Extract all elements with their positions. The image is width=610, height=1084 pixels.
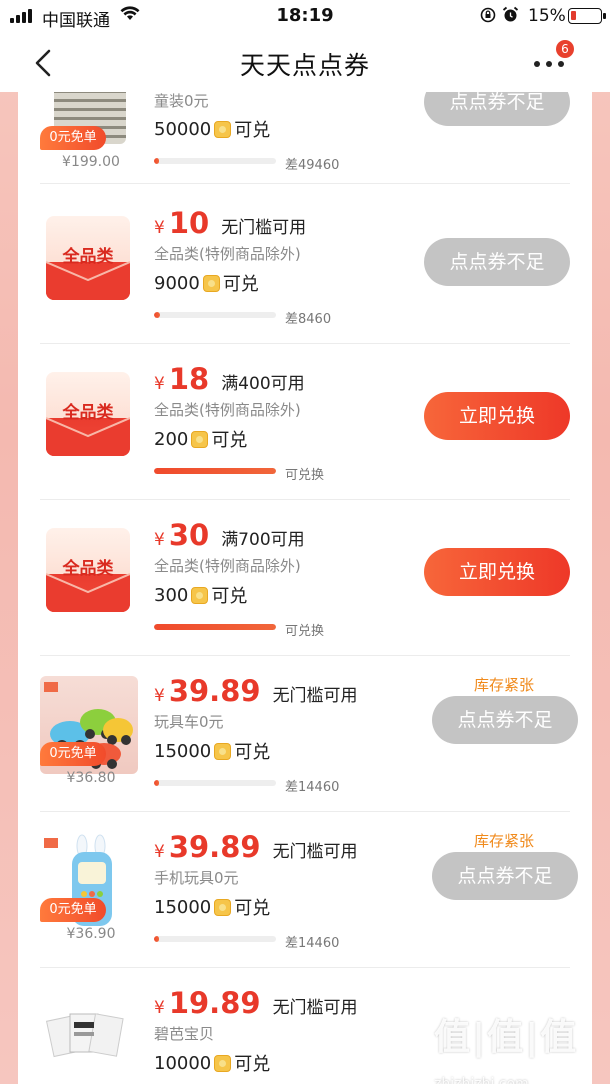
stock-warning: 库存紧张: [474, 832, 535, 850]
item-subtitle: 玩具车0元: [154, 713, 224, 731]
coupon-value: 39.89: [168, 674, 261, 708]
free-tag: 0元免单: [40, 742, 106, 766]
currency-symbol: ¥: [154, 998, 165, 1018]
progress-note: 差49460: [285, 158, 340, 173]
currency-symbol: ¥: [154, 842, 165, 862]
points-cost: 15000 可兑: [154, 896, 271, 920]
progress-note: 可兑换: [285, 468, 325, 483]
watermark-text: 值得买 什么值得买: [434, 1062, 526, 1075]
coupon-thumbnail[interactable]: 全品类: [46, 372, 130, 456]
progress-fill: [154, 936, 159, 942]
coupon-condition: 无门槛可用: [221, 218, 307, 238]
progress-bar: [154, 158, 276, 164]
coin-icon: [214, 742, 232, 760]
points-cost: 15000 可兑: [154, 740, 271, 764]
thumb-label: 全品类: [62, 247, 114, 267]
coin-icon: [214, 898, 232, 916]
coupon-value: 30: [168, 518, 210, 552]
coupon-value: 10: [168, 206, 210, 240]
coupon-value: 39.89: [168, 830, 261, 864]
item-subtitle: 全品类(特例商品除外): [154, 401, 301, 419]
list-item: 全品类 ¥30 满700可用 全品类(特例商品除外) 300 可兑 可兑换 立即兑换: [18, 500, 592, 656]
coin-icon: [191, 586, 209, 604]
redeem-button[interactable]: 点点券不足: [424, 238, 570, 286]
free-tag: 0元免单: [40, 126, 106, 150]
currency-symbol: ¥: [154, 530, 165, 550]
coin-icon: [214, 1054, 232, 1072]
progress-bar: [154, 780, 276, 786]
coupon-condition: 满400可用: [221, 374, 305, 394]
thumb-label: 全品类: [62, 403, 114, 423]
currency-symbol: ¥: [154, 686, 165, 706]
progress-fill: [154, 624, 276, 630]
list-item: 0元免单 ¥36.90 ¥39.89 无门槛可用 手机玩具0元 15000 可兑 差…: [18, 812, 592, 968]
list-item: 0元免单 ¥199.00 童装0元 50000 可兑 差49460 点点券不足: [18, 92, 592, 184]
item-subtitle: 碧芭宝贝: [154, 1025, 215, 1043]
points-cost: 200 可兑: [154, 428, 248, 452]
coupon-condition: 满700可用: [221, 530, 305, 550]
original-price: ¥199.00: [62, 154, 120, 170]
currency-symbol: ¥: [154, 218, 165, 238]
item-subtitle: 全品类(特例商品除外): [154, 557, 301, 575]
coupon-thumbnail[interactable]: 全品类: [46, 216, 130, 300]
redeem-now-button[interactable]: 立即兑换: [424, 392, 570, 440]
thumb-label: 全品类: [62, 559, 114, 579]
coin-icon: [202, 274, 220, 292]
original-price: ¥36.80: [66, 770, 116, 786]
points-cost: 50000 可兑: [154, 118, 271, 142]
item-subtitle: 童装0元: [154, 92, 209, 110]
battery-icon: [568, 8, 606, 24]
coin-icon: [191, 430, 209, 448]
watermark-logo: 值|值|值: [434, 1017, 579, 1058]
points-cost: 10000 可兑: [154, 1052, 271, 1076]
coupon-value: 18: [168, 362, 210, 396]
points-cost: 9000 可兑: [154, 272, 259, 296]
alarm-icon: [502, 6, 519, 22]
list-item: 全品类 ¥10 无门槛可用 全品类(特例商品除外) 9000 可兑 差8460 点点…: [18, 188, 592, 344]
stock-warning: 库存紧张: [474, 676, 535, 694]
coupon-condition: 无门槛可用: [272, 686, 358, 706]
original-price: ¥36.90: [66, 926, 116, 942]
free-tag: 0元免单: [40, 898, 106, 922]
coupon-condition: 无门槛可用: [272, 998, 358, 1018]
product-image-diapers[interactable]: [40, 988, 138, 1084]
progress-note: 差14460: [285, 936, 340, 951]
points-cost: 300 可兑: [154, 584, 248, 608]
watermark-url: zhizhizhi.com: [434, 1076, 529, 1084]
progress-fill: [154, 780, 159, 786]
coin-icon: [214, 120, 232, 138]
progress-fill: [154, 468, 276, 474]
progress-note: 差8460: [285, 312, 332, 327]
redeem-button[interactable]: 点点券不足: [432, 696, 578, 744]
nav-bar: 天天点点券 6: [0, 34, 610, 92]
item-subtitle: 全品类(特例商品除外): [154, 245, 301, 263]
progress-fill: [154, 312, 161, 318]
notification-badge: 6: [556, 40, 574, 58]
item-subtitle: 手机玩具0元: [154, 869, 239, 887]
status-bar: 中国联通 18:19 15%: [0, 0, 610, 34]
redeem-button[interactable]: 点点券不足: [424, 92, 570, 126]
progress-bar: [154, 624, 276, 630]
diaper-pack-icon: [45, 1013, 124, 1058]
progress-fill: [154, 158, 159, 164]
rotation-lock-icon: [480, 7, 496, 22]
coupon-value: 19.89: [168, 986, 261, 1020]
redeem-button[interactable]: 点点券不足: [432, 852, 578, 900]
coupon-list: 0元免单 ¥199.00 童装0元 50000 可兑 差49460 点点券不足 全…: [18, 92, 592, 1084]
watermark: 值|值|值 值得买 什么值得买 zhizhizhi.com: [434, 1008, 604, 1084]
coupon-condition: 无门槛可用: [272, 842, 358, 862]
page-title: 天天点点券: [239, 51, 370, 80]
currency-symbol: ¥: [154, 374, 165, 394]
progress-bar: [154, 312, 276, 318]
coupon-thumbnail[interactable]: 全品类: [46, 528, 130, 612]
list-item: 全品类 ¥18 满400可用 全品类(特例商品除外) 200 可兑 可兑换 立即兑换: [18, 344, 592, 500]
progress-note: 可兑换: [285, 624, 325, 639]
progress-bar: [154, 936, 276, 942]
progress-bar: [154, 468, 276, 474]
progress-note: 差14460: [285, 780, 340, 795]
redeem-now-button[interactable]: 立即兑换: [424, 548, 570, 596]
battery-percent: 15%: [528, 6, 566, 26]
list-item: 0元免单 ¥36.80 ¥39.89 无门槛可用 玩具车0元 15000 可兑 差1…: [18, 656, 592, 812]
